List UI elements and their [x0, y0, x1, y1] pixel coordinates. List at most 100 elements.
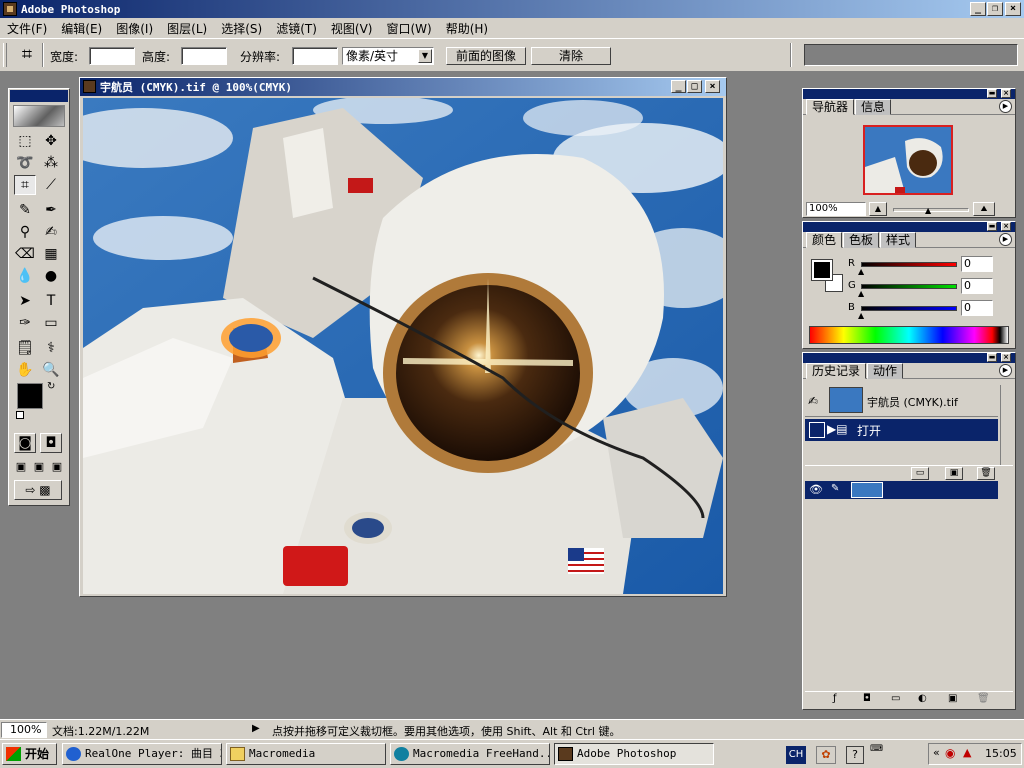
tab-color[interactable]: 颜色 — [806, 232, 843, 248]
palette-well[interactable] — [804, 44, 1018, 66]
history-brush-source-icon[interactable]: ✍ — [808, 394, 818, 408]
history-brush-icon[interactable]: ✍ — [40, 222, 62, 242]
eyedropper-icon[interactable]: ⚕ — [40, 338, 62, 358]
toolbox-title-bar[interactable] — [10, 90, 68, 102]
b-slider[interactable] — [861, 306, 957, 311]
navigator-zoom-field[interactable]: 100% — [806, 202, 866, 216]
crop-tool-icon[interactable]: ⌗ — [14, 175, 36, 195]
eye-icon[interactable]: 👁 — [809, 483, 823, 496]
dodge-icon[interactable]: ● — [40, 266, 62, 286]
default-colors-icon[interactable] — [16, 411, 24, 419]
ime-icon[interactable]: ✿ — [816, 746, 836, 764]
panel-menu-arrow-icon[interactable]: ▶ — [999, 364, 1012, 377]
layer-set-icon[interactable]: ▭ — [891, 693, 900, 704]
unit-select[interactable]: 像素/英寸 ▼ — [342, 47, 434, 65]
gripper[interactable] — [3, 43, 7, 67]
new-document-icon[interactable]: ▭ — [911, 467, 929, 480]
magic-wand-icon[interactable]: ⁂ — [40, 153, 62, 173]
clear-button[interactable]: 清除 — [531, 47, 611, 65]
quick-mask-icon[interactable]: ◘ — [40, 433, 62, 453]
screen-mode-full-icon[interactable]: ▣ — [49, 457, 65, 477]
zoom-in-icon[interactable]: ⛰ — [973, 202, 995, 216]
zoom-field[interactable]: 100% — [1, 722, 47, 738]
start-button[interactable]: 开始 — [2, 743, 57, 765]
history-brush-source-box[interactable] — [809, 422, 825, 438]
move-icon[interactable]: ✥ — [40, 131, 62, 151]
r-slider[interactable] — [861, 262, 957, 267]
menu-edit[interactable]: 编辑(E) — [54, 20, 109, 37]
g-value-input[interactable]: 0 — [961, 278, 993, 294]
chevron-down-icon[interactable]: ▼ — [418, 49, 432, 63]
language-indicator[interactable]: CH — [786, 746, 806, 764]
b-value-input[interactable]: 0 — [961, 300, 993, 316]
eraser-icon[interactable]: ⌫ — [14, 244, 36, 264]
new-layer-icon[interactable]: ▣ — [948, 693, 957, 704]
panel-close-button[interactable]: × — [1001, 222, 1011, 231]
layer-mask-icon[interactable]: ◘ — [863, 693, 871, 704]
adjustment-layer-icon[interactable]: ◐ — [918, 693, 927, 704]
close-button[interactable]: × — [1005, 2, 1021, 16]
lasso-icon[interactable]: ➰ — [14, 153, 36, 173]
blur-icon[interactable]: 💧 — [14, 266, 36, 286]
tab-actions[interactable]: 动作 — [867, 363, 904, 379]
tab-navigator[interactable]: 导航器 — [806, 99, 855, 115]
slider-thumb-icon[interactable]: ▲ — [858, 289, 864, 298]
ati-icon[interactable]: ▲ — [963, 746, 971, 759]
trash-icon[interactable]: 🗑 — [977, 693, 990, 704]
menu-layer[interactable]: 图层(L) — [160, 20, 214, 37]
document-title-bar[interactable]: 宇航员 (CMYK).tif @ 100%(CMYK) _ □ × — [80, 78, 726, 96]
shape-icon[interactable]: ▭ — [40, 313, 62, 333]
r-value-input[interactable]: 0 — [961, 256, 993, 272]
panel-minimize-button[interactable]: ▬ — [987, 89, 997, 98]
network-icon[interactable]: ◉ — [945, 746, 955, 760]
path-select-icon[interactable]: ➤ — [14, 291, 36, 311]
menu-select[interactable]: 选择(S) — [214, 20, 269, 37]
panel-menu-arrow-icon[interactable]: ▶ — [999, 100, 1012, 113]
color-ramp[interactable] — [809, 326, 1009, 344]
ime-menu-icon[interactable]: ⌨ — [870, 744, 883, 754]
foreground-color-swatch[interactable] — [17, 383, 43, 409]
brush-icon[interactable]: ✒ — [40, 200, 62, 220]
panel-close-button[interactable]: × — [1001, 89, 1011, 98]
slider-thumb-icon[interactable]: ▲ — [925, 206, 931, 215]
tab-history[interactable]: 历史记录 — [806, 363, 867, 379]
new-snapshot-icon[interactable]: ▣ — [945, 467, 963, 480]
trash-icon[interactable]: 🗑 — [977, 467, 995, 480]
pen-icon[interactable]: ✑ — [14, 313, 36, 333]
gradient-icon[interactable]: ▦ — [40, 244, 62, 264]
history-state-row[interactable]: ▶▤ 打开 — [805, 419, 998, 441]
zoom-out-icon[interactable]: ▲ — [869, 202, 887, 216]
panel-minimize-button[interactable]: ▬ — [987, 222, 997, 231]
zoom-icon[interactable]: 🔍 — [40, 360, 62, 380]
tab-styles[interactable]: 样式 — [880, 232, 917, 248]
app-title-bar[interactable]: Adobe Photoshop _ ❐ × — [0, 0, 1024, 18]
hand-icon[interactable]: ✋ — [14, 360, 36, 380]
panel-title-bar[interactable]: ▬ × — [803, 353, 1015, 363]
panel-close-button[interactable]: × — [1001, 353, 1011, 362]
history-scrollbar[interactable] — [1000, 385, 1013, 465]
layer-row[interactable]: 👁 ✎ — [805, 481, 998, 499]
type-icon[interactable]: T — [40, 291, 62, 311]
notes-icon[interactable]: 🗒 — [14, 338, 36, 358]
adobe-online-icon[interactable] — [13, 105, 65, 127]
screen-mode-standard-icon[interactable]: ▣ — [13, 457, 29, 477]
help-icon[interactable]: ? — [846, 746, 864, 764]
screen-mode-menu-icon[interactable]: ▣ — [31, 457, 47, 477]
standard-mode-icon[interactable]: ◙ — [14, 433, 36, 453]
tab-info[interactable]: 信息 — [855, 99, 892, 115]
width-input[interactable] — [89, 47, 135, 65]
task-realone-player[interactable]: RealOne Player: 曲目 3 — [62, 743, 222, 765]
doc-minimize-button[interactable]: _ — [671, 80, 686, 93]
menu-window[interactable]: 窗口(W) — [379, 20, 438, 37]
jump-to-imageready-icon[interactable]: ⇨ ▩ — [14, 480, 62, 500]
healing-brush-icon[interactable]: ✎ — [14, 200, 36, 220]
history-snapshot-row[interactable]: ✍ 宇航员 (CMYK).tif — [805, 385, 998, 417]
status-menu-arrow-icon[interactable]: ▶ — [252, 723, 260, 734]
resolution-input[interactable] — [292, 47, 338, 65]
canvas[interactable] — [83, 98, 723, 594]
foreground-color-swatch[interactable] — [811, 259, 833, 281]
panel-title-bar[interactable]: ▬ × — [803, 89, 1015, 99]
slider-thumb-icon[interactable]: ▲ — [858, 267, 864, 276]
crop-icon[interactable]: ⌗ — [14, 45, 40, 67]
tab-swatches[interactable]: 色板 — [843, 232, 880, 248]
